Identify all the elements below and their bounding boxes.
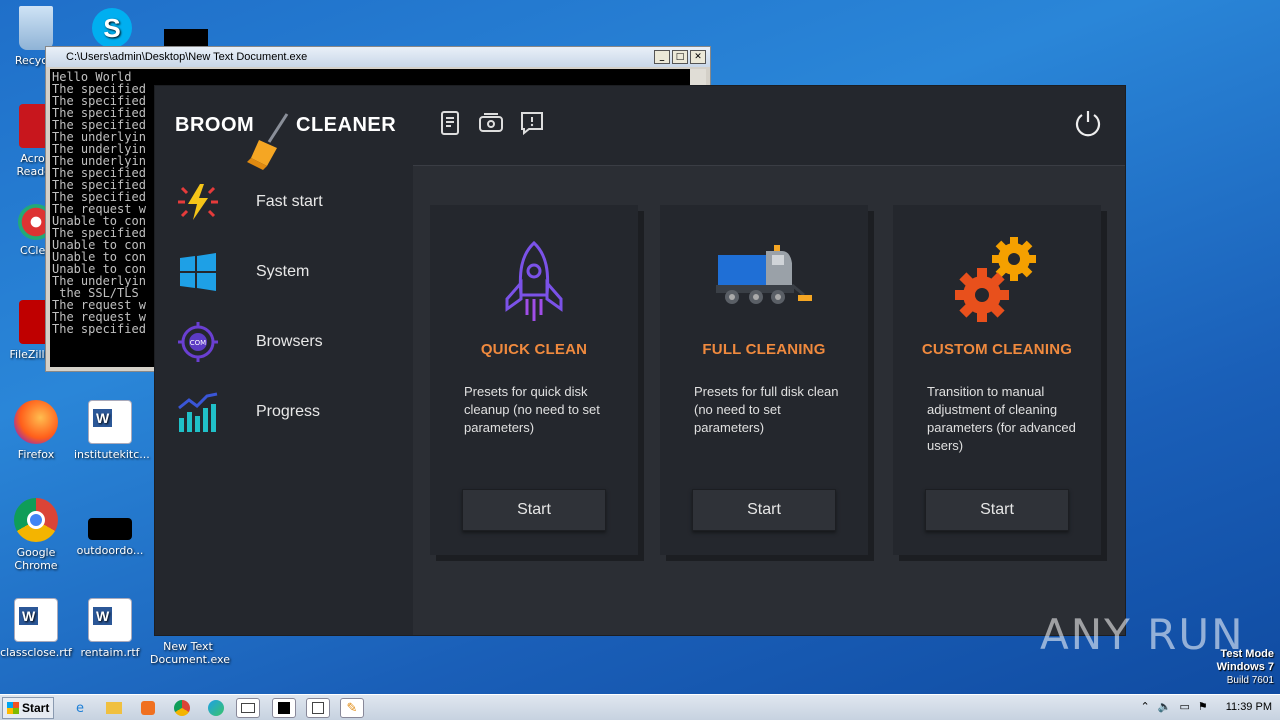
windows-icon xyxy=(175,252,221,292)
chrome-icon xyxy=(14,498,58,542)
volume-icon[interactable]: 🔈 xyxy=(1158,700,1172,713)
browser-target-icon: COM xyxy=(175,322,221,362)
start-button[interactable]: Start xyxy=(2,697,54,719)
rocket-icon xyxy=(505,241,563,321)
tray-expand-icon[interactable]: ⌃ xyxy=(1141,700,1150,713)
desktop-icon-firefox[interactable]: Firefox xyxy=(0,400,72,461)
gears-icon xyxy=(955,237,1036,322)
lightning-icon xyxy=(175,182,221,222)
sidebar-item-label: Browsers xyxy=(256,333,323,350)
windows-flag-icon xyxy=(7,702,19,714)
console-title-text: C:\Users\admin\Desktop\New Text Document… xyxy=(66,51,308,63)
desktop-icon-classclose[interactable]: classclose.rtf xyxy=(0,598,72,659)
quick-clean-start-button[interactable]: Start xyxy=(462,489,606,531)
sidebar-item-browsers[interactable]: COM Browsers xyxy=(175,320,395,364)
broom-icon xyxy=(247,113,289,170)
svg-text:COM: COM xyxy=(190,339,206,347)
chart-icon xyxy=(175,392,221,432)
sidebar-item-label: Progress xyxy=(256,403,321,420)
card-quick-clean: QUICK CLEAN Presets for quick disk clean… xyxy=(430,205,638,555)
card-title: CUSTOM CLEANING xyxy=(921,341,1073,358)
card-title: FULL CLEANING xyxy=(702,341,826,358)
desktop-icon-chrome[interactable]: Google Chrome xyxy=(0,498,72,572)
taskbar-console-icon[interactable] xyxy=(272,698,296,718)
feedback-icon[interactable] xyxy=(519,110,545,136)
recycle-bin-icon xyxy=(19,6,53,50)
anyrun-watermark: ANY RUN xyxy=(1040,610,1245,659)
system-tray: ⌃ 🔈 ▭ ⚑ 11:39 PM xyxy=(1141,700,1272,714)
custom-cleaning-start-button[interactable]: Start xyxy=(925,489,1069,531)
topbar xyxy=(413,86,1125,166)
desktop-icon-new-text-document[interactable]: New Text Document.exe xyxy=(150,640,230,666)
sweeper-truck-icon xyxy=(716,245,812,304)
card-custom-cleaning: CUSTOM CLEANING Transition to manual adj… xyxy=(893,205,1101,555)
taskbar-ie-icon[interactable]: e xyxy=(68,698,92,718)
card-description: Presets for quick disk cleanup (no need … xyxy=(464,384,600,435)
desktop-icon-outdoordo[interactable]: outdoordo... xyxy=(74,506,146,557)
sidebar-item-label: System xyxy=(256,263,310,280)
word-document-icon xyxy=(88,598,132,642)
test-mode-label: Test Mode Windows 7 Build 7601 xyxy=(1216,648,1274,686)
card-description: Transition to manual adjustment of clean… xyxy=(927,384,1076,453)
drive-icon[interactable] xyxy=(478,110,504,136)
console-line: Hello World xyxy=(52,70,132,84)
taskbar-app-icon[interactable] xyxy=(306,698,330,718)
card-description: Presets for full disk clean (no need to … xyxy=(694,384,839,435)
word-document-icon xyxy=(88,400,132,444)
minimize-button[interactable]: _ xyxy=(654,50,670,64)
sidebar-item-fast-start[interactable]: Fast start xyxy=(175,180,395,224)
taskbar-chrome-icon[interactable] xyxy=(170,698,194,718)
taskbar-media-player-icon[interactable] xyxy=(136,698,160,718)
taskbar-edge-icon[interactable] xyxy=(204,698,228,718)
sidebar-item-system[interactable]: System xyxy=(175,250,395,294)
card-full-cleaning: FULL CLEANING Presets for full disk clea… xyxy=(660,205,868,555)
firefox-icon xyxy=(14,400,58,444)
console-titlebar[interactable]: C:\Users\admin\Desktop\New Text Document… xyxy=(46,47,710,67)
network-icon[interactable]: ▭ xyxy=(1179,700,1189,713)
app-logo: BROOM CLEANER xyxy=(175,110,397,170)
desktop-icon-rentaim[interactable]: rentaim.rtf xyxy=(74,598,146,659)
black-thumbnail-icon xyxy=(88,518,132,540)
clock[interactable]: 11:39 PM xyxy=(1226,701,1272,713)
skype-icon: S xyxy=(92,8,132,48)
taskbar: Start e ✎ ⌃ 🔈 ▭ ⚑ 11:39 PM xyxy=(0,694,1280,720)
sidebar-item-label: Fast start xyxy=(256,193,323,210)
logo-text-cleaner: CLEANER xyxy=(296,114,397,136)
report-icon[interactable] xyxy=(437,110,463,136)
broom-cleaner-window: BROOM CLEANER Fast start System COM Brow… xyxy=(155,86,1125,635)
taskbar-broom-icon[interactable]: ✎ xyxy=(340,698,364,718)
desktop-icon-institutekitc[interactable]: institutekitc... xyxy=(74,400,150,461)
flag-icon[interactable]: ⚑ xyxy=(1198,700,1208,713)
full-cleaning-start-button[interactable]: Start xyxy=(692,489,836,531)
taskbar-explorer-icon[interactable] xyxy=(102,698,126,718)
sidebar-item-progress[interactable]: Progress xyxy=(175,390,395,434)
word-document-icon xyxy=(14,598,58,642)
power-icon[interactable] xyxy=(1073,108,1103,138)
sidebar: BROOM CLEANER Fast start System COM Brow… xyxy=(155,86,413,635)
card-title: QUICK CLEAN xyxy=(480,341,588,358)
close-button[interactable]: ✕ xyxy=(690,50,706,64)
maximize-button[interactable]: □ xyxy=(672,50,688,64)
taskbar-window-icon[interactable] xyxy=(236,698,260,718)
